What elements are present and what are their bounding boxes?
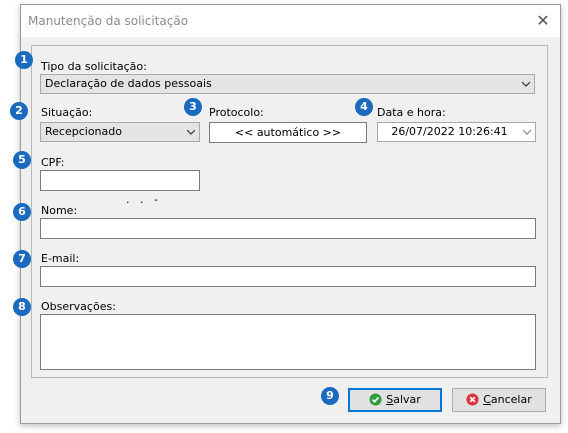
check-circle-icon <box>369 393 382 406</box>
close-icon[interactable]: ✕ <box>532 11 554 31</box>
salvar-button[interactable]: Salvar <box>348 388 442 412</box>
callout-badge-3: 3 <box>184 98 202 116</box>
cancelar-label: ancelar <box>490 393 532 406</box>
cpf-field[interactable]: . . - <box>40 170 200 206</box>
callout-badge-8: 8 <box>13 298 31 316</box>
email-field[interactable] <box>40 266 536 287</box>
cancelar-button[interactable]: Cancelar <box>452 388 546 412</box>
tipo-label: Tipo da solicitação: <box>41 60 147 73</box>
protocolo-label: Protocolo: <box>209 106 264 119</box>
form-panel: Tipo da solicitação: Declaração de dados… <box>31 45 548 378</box>
cancelar-accel: C <box>483 393 491 406</box>
email-label: E-mail: <box>41 252 80 265</box>
tipo-value: Declaração de dados pessoais <box>45 77 212 90</box>
callout-badge-1: 1 <box>15 51 33 69</box>
nome-field[interactable] <box>40 218 536 239</box>
protocolo-value: << automático >> <box>234 126 342 139</box>
callout-badge-4: 4 <box>355 98 373 116</box>
chevron-down-icon <box>523 129 531 135</box>
data-hora-label: Data e hora: <box>377 106 446 119</box>
callout-badge-2: 2 <box>10 102 28 120</box>
callout-badge-7: 7 <box>13 250 31 268</box>
callout-badge-6: 6 <box>13 203 31 221</box>
nome-label: Nome: <box>41 204 78 217</box>
tipo-select[interactable]: Declaração de dados pessoais <box>40 74 535 94</box>
observacoes-label: Observações: <box>41 300 116 313</box>
cpf-label: CPF: <box>41 156 65 169</box>
dialog-window: Manutenção da solicitação ✕ Tipo da soli… <box>20 4 561 424</box>
x-circle-icon <box>466 393 479 406</box>
data-hora-value: 26/07/2022 10:26:41 <box>391 125 508 138</box>
chevron-down-icon <box>522 81 530 87</box>
situacao-select[interactable]: Recepcionado <box>40 122 200 142</box>
situacao-label: Situação: <box>41 106 93 119</box>
chevron-down-icon <box>187 129 195 135</box>
window-title: Manutenção da solicitação <box>28 14 189 28</box>
salvar-label: alvar <box>393 393 421 406</box>
title-bar: Manutenção da solicitação ✕ <box>21 5 560 37</box>
observacoes-textarea[interactable] <box>40 314 536 370</box>
callout-badge-5: 5 <box>13 151 31 169</box>
situacao-value: Recepcionado <box>45 125 122 138</box>
protocolo-field[interactable]: << automático >> <box>209 122 367 143</box>
data-hora-picker[interactable]: 26/07/2022 10:26:41 <box>377 122 536 142</box>
cpf-value: . . - <box>125 193 158 206</box>
callout-badge-9: 9 <box>321 387 339 405</box>
